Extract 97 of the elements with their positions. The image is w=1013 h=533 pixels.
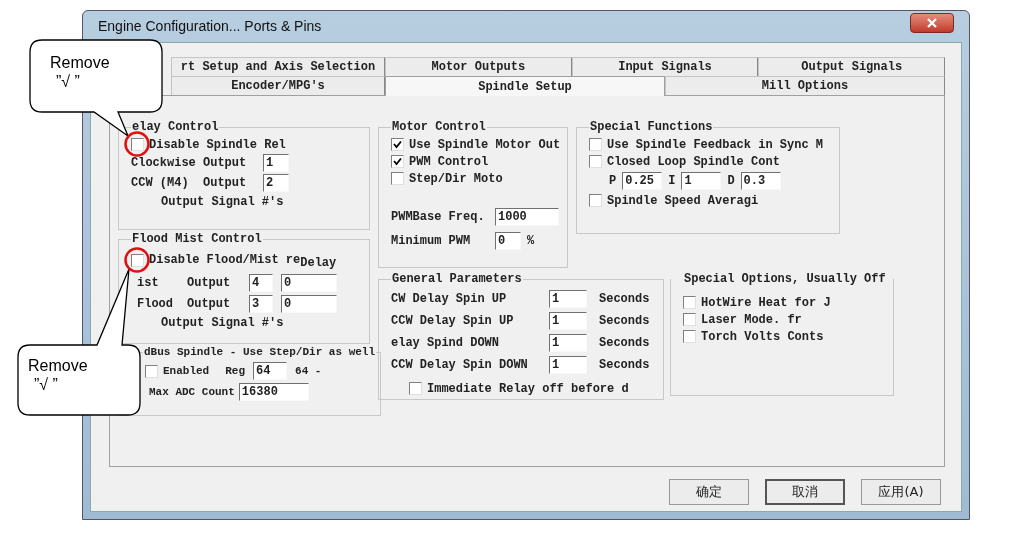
pid-label: P [609,173,617,190]
checkbox-label: Torch Volts Conts [701,328,824,346]
checkbox[interactable] [391,172,404,185]
callout-text: Remove [50,53,110,72]
row-label: CW Delay Spin UP [391,291,508,308]
input-field[interactable]: 4 [249,273,273,292]
checkbox[interactable] [589,138,602,151]
checkbox-label: Laser Mode. fr [701,311,802,329]
dialog-button[interactable]: 确定 [669,479,749,505]
input-field[interactable]: 1 [263,154,289,172]
input-field[interactable]: 0 [281,294,337,313]
unit-label: % [527,233,535,250]
output-label: Output [187,274,232,292]
checkbox-label: Use Spindle Motor Out [409,136,561,154]
tab[interactable]: rt Setup and Axis Selection [171,57,385,76]
tab[interactable]: Input Signals [571,57,759,76]
group-title: Special Functions [589,119,714,136]
input-field[interactable]: 1 [549,290,587,308]
unit-label: Seconds [599,357,650,374]
checkbox-label: PWM Control [409,153,489,171]
close-icon [927,17,937,28]
checkbox-label: Spindle Speed Averagi [607,192,759,210]
checkbox-label: Use Spindle Feedback in Sync M [607,136,824,154]
group-title: General Parameters [391,271,523,288]
field-label: Minimum PWM [391,233,472,250]
checkbox-label: Closed Loop Spindle Cont [607,153,780,171]
dialog-button[interactable]: 取消 [765,479,845,505]
checkbox[interactable] [683,330,696,343]
close-button[interactable] [910,12,954,33]
row-label: Flood [136,295,174,313]
row-label: CCW Delay Spin DOWN [391,357,529,374]
delay-label: Delay [300,255,337,272]
row-label: ist [136,274,160,292]
callout-text: ”√ ” [56,72,81,91]
input-field[interactable]: 64 [253,362,288,380]
input-field[interactable]: 0 [281,273,337,292]
checkbox[interactable] [683,313,696,326]
checkbox-label: HotWire Heat for J [701,294,831,312]
checkbox[interactable] [391,138,404,151]
reg-range-text: 64 - [295,363,322,379]
tab[interactable]: Motor Outputs [385,57,572,76]
checkbox[interactable] [391,155,404,168]
callout-text: Remove [28,356,88,375]
row-label: CCW (M4) [131,175,190,192]
checkbox[interactable] [131,138,144,151]
checkbox[interactable] [589,155,602,168]
row-label: CCW Delay Spin UP [391,313,515,330]
group-title: Motor Control [391,119,487,136]
input-field[interactable]: 16380 [238,383,309,401]
checkbox-label: Immediate Relay off before d [427,380,629,398]
checkbox[interactable] [409,382,422,395]
window-title: Engine Configuration... Ports & Pins [98,17,322,36]
pid-label: I [668,173,676,190]
unit-label: Seconds [599,335,650,352]
field-label: PWMBase Freq. [391,209,486,226]
checkbox-label: Step/Dir Moto [409,170,503,188]
tab[interactable]: Encoder/MPG's [171,76,385,95]
output-label: Output [203,155,248,172]
note-text: Output Signal #'s [161,316,284,330]
callout-text: ”√ ” [34,375,59,394]
pid-label: D [727,173,735,190]
dialog-button[interactable]: 应用(A) [861,479,941,505]
input-field[interactable]: 2 [263,174,289,192]
tab[interactable]: Spindle Setup [385,76,665,96]
input-field[interactable]: 1 [549,356,587,374]
row-label: elay Spind DOWN [391,335,501,352]
group-title: elay Control [131,119,220,136]
input-field[interactable]: 0.3 [740,172,781,190]
output-label: Output [187,295,232,313]
input-field[interactable]: 1 [549,312,587,330]
checkbox-label: Disable Flood/Mist re [149,252,301,267]
highlight-circle [124,247,150,273]
input-field[interactable]: 1 [549,334,587,352]
checkbox[interactable] [131,253,144,267]
checkbox[interactable] [145,364,158,378]
adc-label: Max ADC Count [149,384,235,400]
input-field[interactable]: 1000 [495,208,559,226]
group-title: Flood Mist Control [131,231,263,248]
tab[interactable]: Output Signals [758,57,945,76]
group-title: dBus Spindle - Use Step/Dir as well [143,345,377,360]
checkbox[interactable] [589,194,602,207]
input-field[interactable]: 0.25 [622,172,663,190]
checkbox[interactable] [683,296,696,309]
tab[interactable]: Mill Options [665,76,945,95]
input-field[interactable]: 1 [681,172,722,190]
unit-label: Seconds [599,313,650,330]
group-title: Special Options, Usually Off [683,271,887,288]
checkbox-label: Enabled [163,363,210,379]
input-field[interactable]: 0 [495,232,521,250]
reg-label: Reg [225,363,246,379]
row-label: Clockwise [131,155,197,172]
unit-label: Seconds [599,291,650,308]
note-text: Output Signal #'s [161,195,284,209]
input-field[interactable]: 3 [249,294,273,313]
checkbox-label: Disable Spindle Rel [149,136,286,154]
highlight-circle [124,131,150,157]
output-label: Output [203,175,248,192]
